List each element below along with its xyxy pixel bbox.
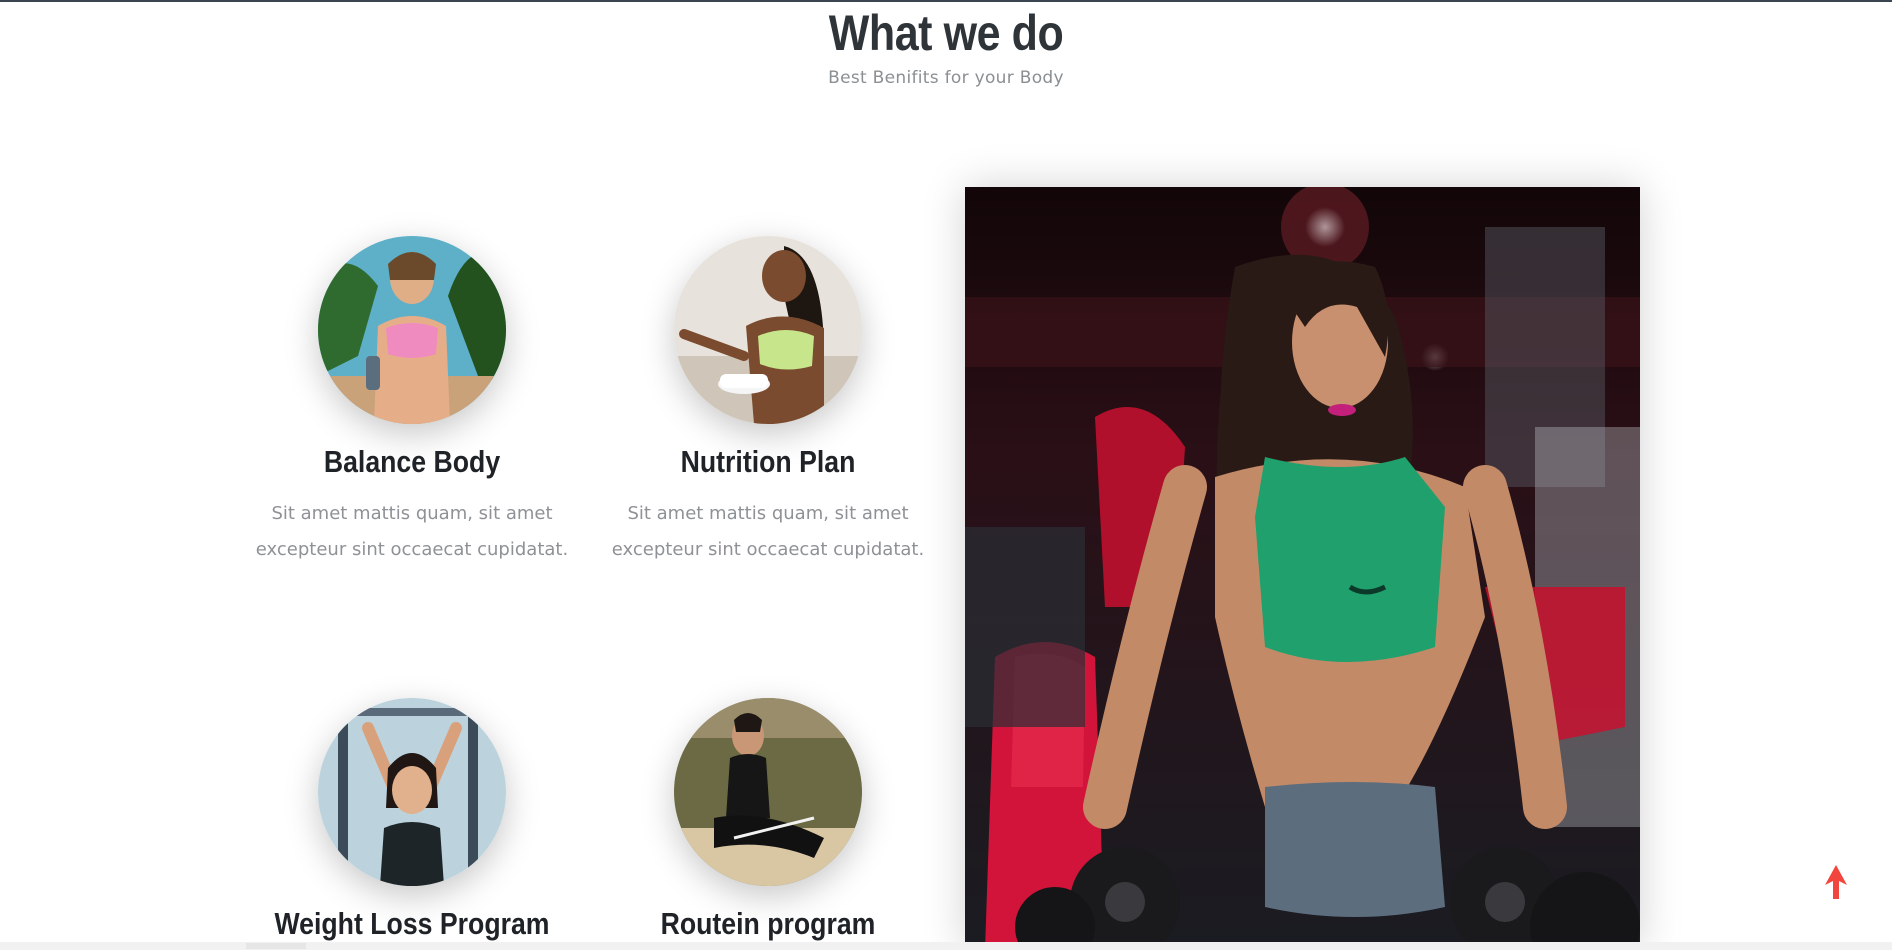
feature-photo	[965, 187, 1640, 950]
horizontal-scrollbar[interactable]	[0, 942, 1892, 950]
service-card-nutrition-plan[interactable]: Nutrition Plan Sit amet mattis quam, sit…	[590, 236, 946, 568]
service-avatar	[674, 236, 862, 424]
service-card-balance-body[interactable]: Balance Body Sit amet mattis quam, sit a…	[234, 236, 590, 568]
nutrition-plan-image	[674, 236, 862, 424]
service-title: Nutrition Plan	[680, 444, 856, 479]
service-card-routein-program[interactable]: Routein program	[590, 698, 946, 942]
service-avatar	[674, 698, 862, 886]
service-title: Balance Body	[323, 444, 501, 479]
balance-body-image	[318, 236, 506, 424]
service-text: Sit amet mattis quam, sit amet excepteur…	[255, 503, 569, 560]
section-subtitle: Best Benifits for your Body	[828, 68, 1064, 88]
arrow-up-icon	[1825, 865, 1847, 899]
service-card-weight-loss[interactable]: Weight Loss Program	[234, 698, 590, 942]
routein-program-image	[674, 698, 862, 886]
service-title: Routein program	[660, 906, 876, 941]
service-avatar	[318, 698, 506, 886]
service-text: Sit amet mattis quam, sit amet excepteur…	[611, 503, 925, 560]
weight-loss-image	[318, 698, 506, 886]
service-avatar	[318, 236, 506, 424]
fitness-model-image	[965, 187, 1640, 950]
section-title: What we do	[828, 5, 1064, 61]
service-title: Weight Loss Program	[274, 906, 550, 941]
scroll-to-top-button[interactable]	[1823, 863, 1849, 901]
top-border	[0, 0, 1892, 2]
scrollbar-thumb[interactable]	[246, 943, 306, 949]
